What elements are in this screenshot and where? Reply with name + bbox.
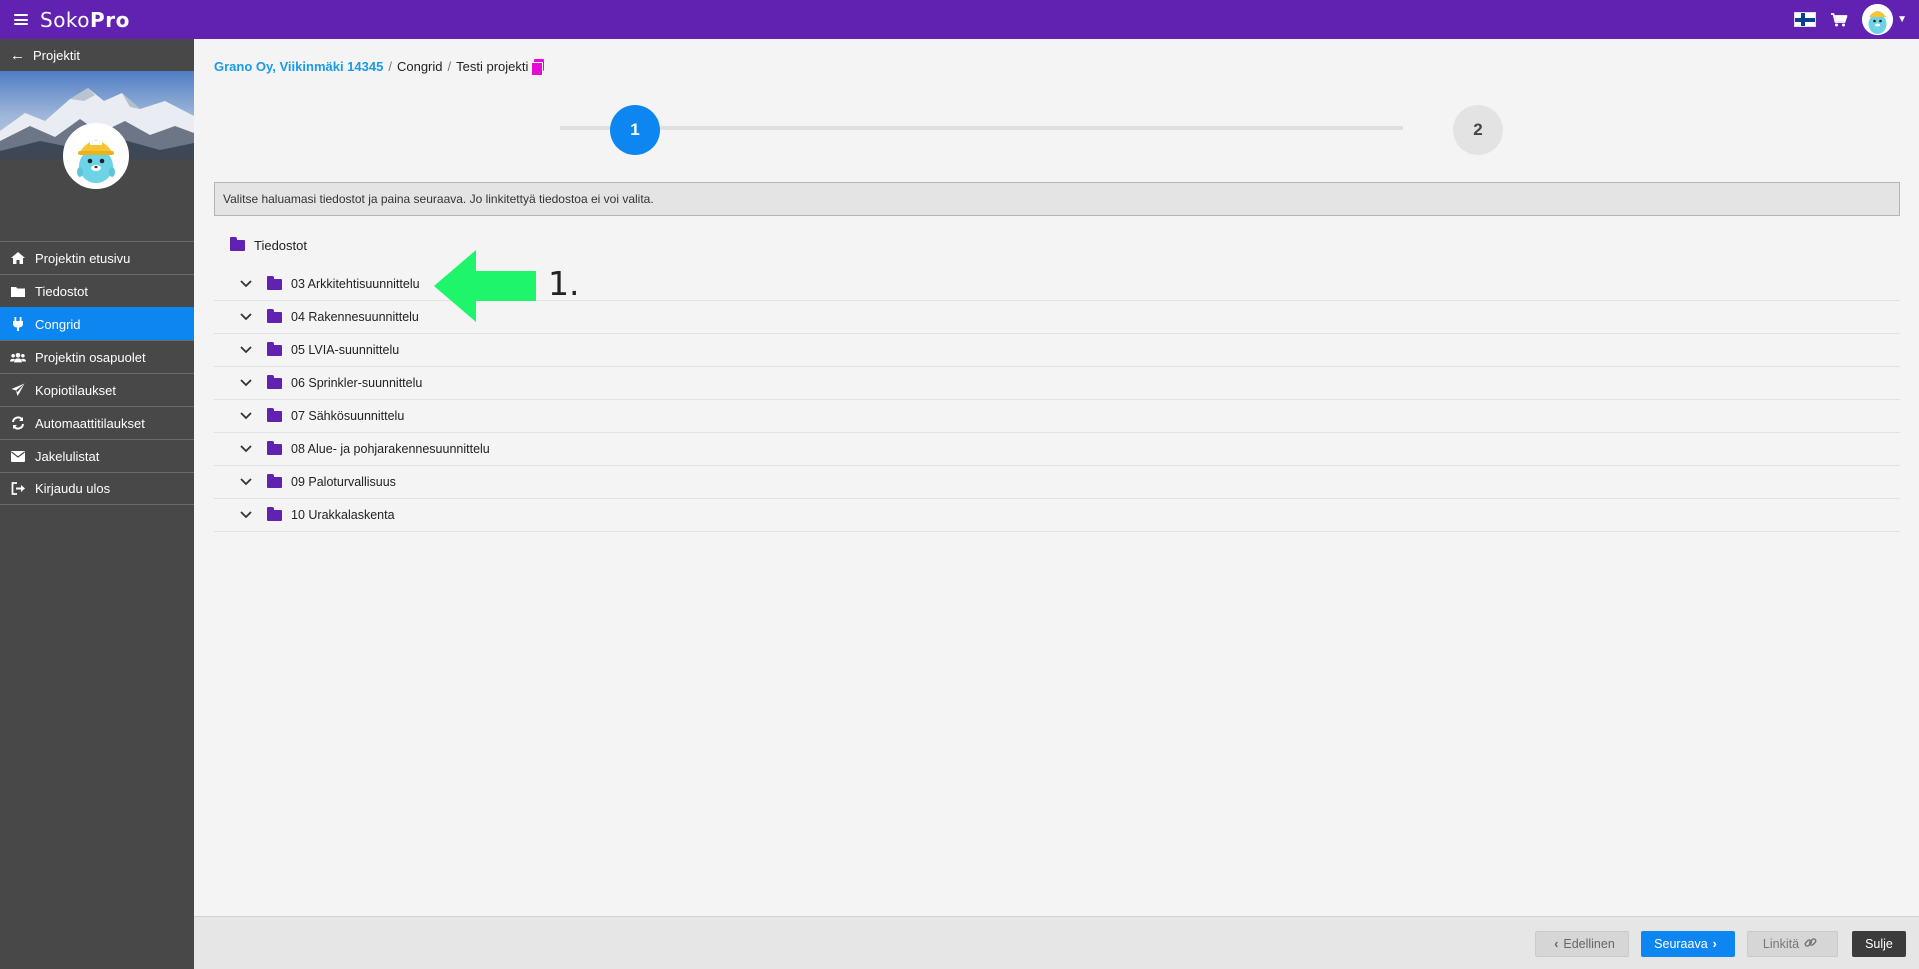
folder-icon [267,308,282,323]
folder-icon [267,275,282,290]
chevron-down-icon[interactable] [239,475,253,489]
folder-icon [267,440,282,455]
annotation-arrow-icon [434,250,536,322]
folder-label: 07 Sähkösuunnittelu [291,409,405,423]
arrow-left-icon: ← [10,46,25,64]
folder-label: 04 Rakennesuunnittelu [291,310,419,324]
plug-icon [10,317,26,331]
home-icon [10,251,26,265]
logo-text-bold: Pro [90,7,130,32]
list-item[interactable]: 06 Sprinkler-suunnittelu [214,367,1900,400]
previous-button[interactable]: ‹ Edellinen [1535,931,1629,957]
previous-button-label: Edellinen [1563,937,1615,951]
hamburger-menu-icon[interactable] [14,14,28,25]
back-link-label: Projektit [33,47,80,63]
sidebar-item-jakelulistat[interactable]: Jakelulistat [0,439,194,472]
logo-text-light: Soko [40,7,91,32]
next-button[interactable]: Seuraava › [1641,931,1735,957]
app-logo[interactable]: Soko Pro [40,8,130,32]
sidebar-item-tiedostot[interactable]: Tiedostot [0,274,194,307]
sidebar-nav: Projektin etusivu Tiedostot Congrid Proj… [0,241,194,505]
chevron-down-icon: ▼ [1897,14,1907,25]
tree-root[interactable]: Tiedostot [230,235,307,255]
sidebar-item-label: Jakelulistat [35,448,100,464]
sidebar: ← Projektit Projektin etusivu Tiedostot … [0,39,194,969]
sidebar-item-label: Kirjaudu ulos [35,481,111,496]
instruction-notice: Valitse haluamasi tiedostot ja paina seu… [214,182,1900,216]
chevron-left-icon: ‹ [1554,937,1559,951]
chevron-right-icon: › [1712,937,1717,951]
folder-label: 10 Urakkalaskenta [291,508,395,522]
copy-icon[interactable] [531,59,545,76]
sidebar-item-label: Projektin osapuolet [35,349,146,365]
sidebar-item-kirjaudu-ulos[interactable]: Kirjaudu ulos [0,472,194,505]
folder-icon [267,506,282,521]
list-item[interactable]: 10 Urakkalaskenta [214,499,1900,532]
sidebar-item-kopiotilaukset[interactable]: Kopiotilaukset [0,373,194,406]
list-item[interactable]: 05 LVIA-suunnittelu [214,334,1900,367]
folder-icon [230,236,245,251]
user-menu[interactable]: ▼ [1862,4,1907,35]
annotation-label: 1. [548,264,580,303]
project-avatar [63,123,129,189]
sidebar-item-congrid[interactable]: Congrid [0,307,194,340]
sidebar-item-label: Projektin etusivu [35,250,131,266]
top-bar: Soko Pro ▼ [0,0,1919,39]
envelope-icon [10,449,26,463]
list-item[interactable]: 09 Paloturvallisuus [214,466,1900,499]
refresh-icon [10,416,26,430]
chevron-down-icon[interactable] [239,409,253,423]
sidebar-item-projektin-osapuolet[interactable]: Projektin osapuolet [0,340,194,373]
chevron-down-icon[interactable] [239,508,253,522]
folder-label: 05 LVIA-suunnittelu [291,343,400,357]
back-to-projects-link[interactable]: ← Projektit [0,39,194,71]
folder-icon [267,473,282,488]
sidebar-item-label: Congrid [35,316,81,332]
link-icon [1804,936,1817,952]
folder-label: 08 Alue- ja pohjarakennesuunnittelu [291,442,490,456]
sidebar-item-label: Automaattitilaukset [35,415,145,431]
breadcrumb-separator: / [388,59,392,74]
tree-root-label: Tiedostot [254,237,307,253]
folder-icon [267,407,282,422]
next-button-label: Seuraava [1654,937,1708,951]
folder-label: 09 Paloturvallisuus [291,475,396,489]
chevron-down-icon[interactable] [239,442,253,456]
close-button[interactable]: Sulje [1852,931,1906,957]
step-2[interactable]: 2 [1453,105,1503,155]
list-item[interactable]: 08 Alue- ja pohjarakennesuunnittelu [214,433,1900,466]
folder-label: 03 Arkkitehtisuunnittelu [291,277,420,291]
breadcrumb-section: Congrid [396,59,443,74]
folder-icon [267,374,282,389]
breadcrumb: Grano Oy, Viikinmäki 14345 / Congrid / T… [214,59,545,76]
footer-action-bar: ‹ Edellinen Seuraava › Linkitä Sulje [194,916,1919,969]
users-icon [10,350,26,364]
sign-out-icon [10,482,26,496]
avatar [1862,4,1894,35]
list-item[interactable]: 07 Sähkösuunnittelu [214,400,1900,433]
sidebar-item-projektin-etusivu[interactable]: Projektin etusivu [0,241,194,274]
sidebar-item-label: Kopiotilaukset [35,382,116,398]
chevron-down-icon[interactable] [239,277,253,291]
link-button[interactable]: Linkitä [1747,931,1838,957]
breadcrumb-project: Testi projekti [456,59,529,74]
chevron-down-icon[interactable] [239,310,253,324]
breadcrumb-separator: / [447,59,452,74]
sidebar-item-automaattitilaukset[interactable]: Automaattitilaukset [0,406,194,439]
stepper-progress-line [560,126,1403,130]
folder-icon [267,341,282,356]
chevron-down-icon[interactable] [239,343,253,357]
chevron-down-icon[interactable] [239,376,253,390]
link-button-label: Linkitä [1762,937,1800,951]
shopping-cart-icon[interactable] [1830,12,1848,27]
paper-plane-icon [10,383,26,397]
folder-icon [10,284,26,298]
top-right-controls: ▼ [1794,0,1907,39]
folder-label: 06 Sprinkler-suunnittelu [291,376,423,390]
finnish-flag-icon[interactable] [1794,12,1817,27]
step-1[interactable]: 1 [610,105,660,155]
sidebar-item-label: Tiedostot [35,283,88,299]
breadcrumb-company-link[interactable]: Grano Oy, Viikinmäki 14345 [214,59,383,74]
